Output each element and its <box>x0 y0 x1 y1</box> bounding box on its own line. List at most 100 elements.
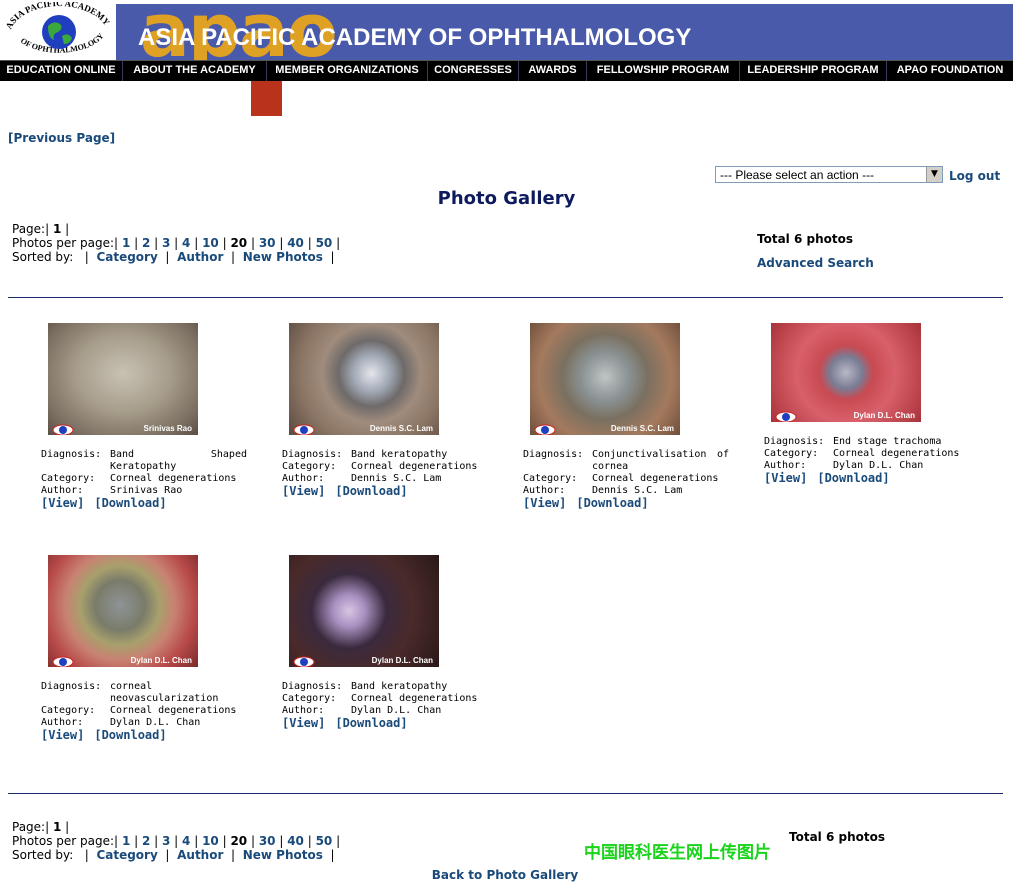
category-label: Category: <box>764 448 819 459</box>
nav-apao-foundation[interactable]: APAO FOUNDATION <box>887 61 1013 81</box>
diagnosis-label: Diagnosis: <box>41 681 102 692</box>
photo-thumbnail[interactable]: Srinivas Rao <box>48 323 198 435</box>
per-page-option[interactable]: 1 <box>122 834 130 848</box>
back-to-gallery-link[interactable]: Back to Photo Gallery <box>432 868 578 882</box>
view-link[interactable]: [View] <box>41 728 84 742</box>
view-link[interactable]: [View] <box>282 716 325 730</box>
photo-thumbnail[interactable]: Dennis S.C. Lam <box>289 323 439 435</box>
category-label: Category: <box>282 461 337 472</box>
nav-congresses[interactable]: CONGRESSES <box>428 61 519 81</box>
per-page-option[interactable]: 3 <box>162 834 170 848</box>
back-row: Back to Photo Gallery <box>0 864 1010 883</box>
photo-credit: Dennis S.C. Lam <box>610 424 674 433</box>
per-page-option[interactable]: 10 <box>202 834 219 848</box>
per-page-option[interactable]: 4 <box>182 834 190 848</box>
per-page-option[interactable]: 40 <box>287 236 304 250</box>
per-page-option[interactable]: 30 <box>259 834 276 848</box>
per-page-label: Photos per page:| <box>12 834 119 848</box>
sort-new-photos[interactable]: New Photos <box>243 848 323 862</box>
banner-title: ASIA PACIFIC ACADEMY OF OPHTHALMOLOGY <box>138 24 692 51</box>
per-page-option[interactable]: 30 <box>259 236 276 250</box>
sort-author[interactable]: Author <box>177 250 223 264</box>
advanced-search-link[interactable]: Advanced Search <box>757 256 874 270</box>
page-sep: | <box>65 820 70 834</box>
photo-actions: [View] [Download] <box>764 472 970 484</box>
per-page-option[interactable]: 50 <box>316 236 333 250</box>
view-link[interactable]: [View] <box>41 496 84 510</box>
category-label: Category: <box>523 473 578 484</box>
photo-meta: Diagnosis: corneal neovascularization Cate… <box>41 681 247 741</box>
view-link[interactable]: [View] <box>523 496 566 510</box>
sort-category[interactable]: Category <box>96 848 157 862</box>
nav-about-academy[interactable]: ABOUT THE ACADEMY <box>123 61 267 81</box>
sort-category[interactable]: Category <box>96 250 157 264</box>
per-page-option[interactable]: 40 <box>287 834 304 848</box>
apao-logo[interactable]: ASIA PACIFIC ACADEMY OF OPHTHALMOLOGY <box>2 0 116 58</box>
view-link[interactable]: [View] <box>282 484 325 498</box>
diagnosis-row: Diagnosis: corneal neovascularization <box>41 681 247 705</box>
view-link[interactable]: [View] <box>764 471 807 485</box>
pager-top: Page:| 1 | Photos per page:| 1 | 2 | 3 |… <box>12 222 340 264</box>
photo-credit: Dennis S.C. Lam <box>369 424 433 433</box>
photo-thumbnail[interactable]: Dylan D.L. Chan <box>289 555 439 667</box>
photo-actions: [View] [Download] <box>282 485 488 497</box>
photo-thumbnail[interactable]: Dennis S.C. Lam <box>530 323 680 435</box>
sort-new-photos[interactable]: New Photos <box>243 250 323 264</box>
nav-member-organizations[interactable]: MEMBER ORGANIZATIONS <box>267 61 428 81</box>
photo-thumbnail[interactable]: Dylan D.L. Chan <box>771 323 921 422</box>
main-nav: EDUCATION ONLINE ABOUT THE ACADEMY MEMBE… <box>0 60 1013 81</box>
per-page-option[interactable]: 2 <box>142 236 150 250</box>
diagnosis-label: Diagnosis: <box>282 681 343 692</box>
per-page-current: 20 <box>230 834 248 848</box>
photo-meta: Diagnosis: Band keratopathy Category: Corne… <box>282 449 488 497</box>
download-link[interactable]: [Download] <box>817 471 889 485</box>
photo-credit: Dylan D.L. Chan <box>853 411 915 420</box>
logout-link[interactable]: Log out <box>949 169 1000 183</box>
sort-author[interactable]: Author <box>177 848 223 862</box>
category-row: Category: Corneal degenerations <box>41 705 247 717</box>
category-value: Corneal degenerations <box>110 705 237 716</box>
nav-leadership-program[interactable]: LEADERSHIP PROGRAM <box>740 61 887 81</box>
per-page-option[interactable]: 2 <box>142 834 150 848</box>
diagnosis-label: Diagnosis: <box>282 449 343 460</box>
category-value: Corneal degenerations <box>351 461 478 472</box>
category-row: Category: Corneal degenerations <box>282 693 488 705</box>
page-title: Photo Gallery <box>437 188 576 209</box>
photo-meta: Diagnosis: Band keratopathy Category: Corne… <box>282 681 488 729</box>
download-link[interactable]: [Download] <box>335 716 407 730</box>
per-page-option[interactable]: 3 <box>162 236 170 250</box>
category-label: Category: <box>282 693 337 704</box>
previous-page-link[interactable]: [Previous Page] <box>8 131 115 145</box>
diagnosis-label: Diagnosis: <box>523 449 584 460</box>
category-row: Category: Corneal degenerations <box>523 473 729 485</box>
category-value: Corneal degenerations <box>351 693 478 704</box>
download-link[interactable]: [Download] <box>94 728 166 742</box>
page-label: Page:| <box>12 820 50 834</box>
per-page-option[interactable]: 1 <box>122 236 130 250</box>
per-page-option[interactable]: 10 <box>202 236 219 250</box>
photo-actions: [View] [Download] <box>523 497 729 509</box>
chevron-down-icon[interactable]: ▼ <box>926 167 942 182</box>
page-row: Page:| 1 | <box>12 222 340 236</box>
photo-credit: Srinivas Rao <box>143 424 192 433</box>
category-row: Category: Corneal degenerations <box>282 461 488 473</box>
download-link[interactable]: [Download] <box>94 496 166 510</box>
nav-fellowship-program[interactable]: FELLOWSHIP PROGRAM <box>587 61 740 81</box>
diagnosis-value: Conjunctivalisation of cornea <box>592 449 729 472</box>
eye-logo-icon <box>293 421 315 435</box>
per-page-option[interactable]: 4 <box>182 236 190 250</box>
diagnosis-value: End stage trachoma <box>833 436 942 447</box>
nav-awards[interactable]: AWARDS <box>519 61 587 81</box>
download-link[interactable]: [Download] <box>576 496 648 510</box>
watermark-text: 中国眼科医生网上传图片 <box>584 843 771 863</box>
photo-thumbnail[interactable]: Dylan D.L. Chan <box>48 555 198 667</box>
category-value: Corneal degenerations <box>833 448 960 459</box>
current-page: 1 <box>52 820 62 834</box>
per-page-option[interactable]: 50 <box>316 834 333 848</box>
nav-indicator <box>251 81 282 116</box>
action-select[interactable]: --- Please select an action --- ▼ <box>715 166 943 183</box>
nav-education-online[interactable]: EDUCATION ONLINE <box>0 61 123 81</box>
per-page-label: Photos per page:| <box>12 236 119 250</box>
download-link[interactable]: [Download] <box>335 484 407 498</box>
diagnosis-label: Diagnosis: <box>764 436 825 447</box>
